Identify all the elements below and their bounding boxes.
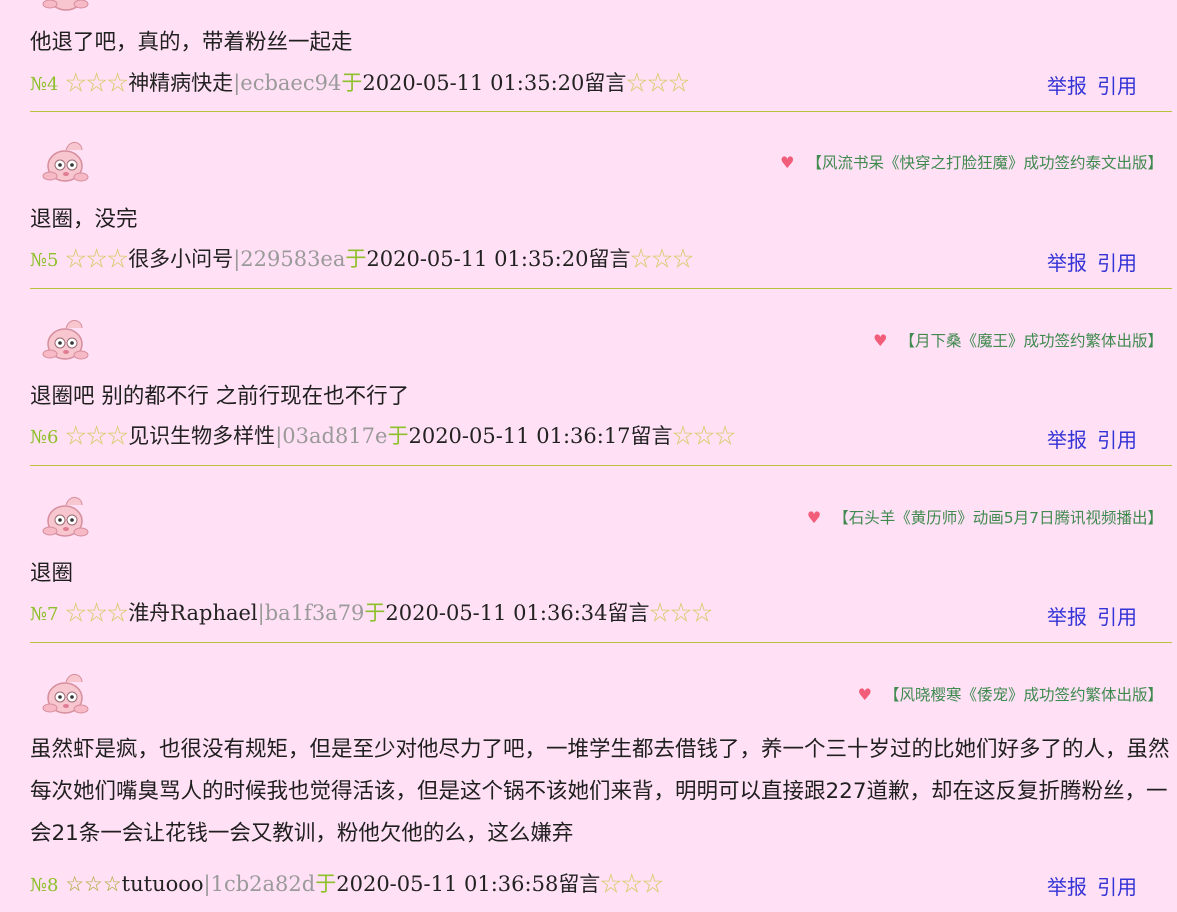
report-link[interactable]: 举报 bbox=[1047, 605, 1087, 629]
report-link[interactable]: 举报 bbox=[1047, 251, 1087, 275]
heart-icon: ♥ bbox=[780, 153, 795, 172]
comment-actions: 举报 引用 bbox=[1047, 871, 1137, 900]
comment-actions: 举报 引用 bbox=[1047, 247, 1137, 276]
star-rating: ☆☆☆ bbox=[65, 71, 129, 95]
star-rating: ☆☆☆ bbox=[600, 872, 664, 896]
at-label: 于 bbox=[364, 601, 386, 625]
promo-banner[interactable]: ♥ 【风晓樱寒《倭宠》成功签约繁体出版】 bbox=[858, 683, 1163, 705]
comment-number: №5 bbox=[30, 250, 59, 271]
comment-actions: 举报 引用 bbox=[1047, 601, 1137, 630]
report-link[interactable]: 举报 bbox=[1047, 875, 1087, 899]
divider bbox=[30, 288, 1172, 289]
heart-icon: ♥ bbox=[873, 331, 888, 350]
at-label: 于 bbox=[345, 247, 367, 271]
avatar bbox=[42, 497, 89, 537]
comment-suffix: 留言 bbox=[588, 247, 631, 271]
promo-text[interactable]: 【石头羊《黄历师》动画5月7日腾讯视频播出】 bbox=[833, 509, 1163, 527]
comment-time: 2020-05-11 01:36:58 bbox=[336, 872, 559, 896]
quote-link[interactable]: 引用 bbox=[1097, 251, 1137, 275]
comment-text: 虽然虾是疯，也很没有规矩，但是至少对他尽力了吧，一堆学生都去借钱了，养一个三十岁… bbox=[30, 737, 1170, 846]
separator: | bbox=[203, 872, 211, 896]
comment-text: 退圈 bbox=[30, 561, 74, 586]
comment-actions: 举报 引用 bbox=[1047, 70, 1137, 99]
comment-meta: №6 ☆☆☆见识生物多样性|03ad817e于2020-05-11 01:36:… bbox=[30, 421, 1140, 453]
comment-number: №8 bbox=[30, 875, 59, 896]
comment-suffix: 留言 bbox=[607, 601, 650, 625]
star-rating: ☆☆☆ bbox=[630, 247, 694, 271]
comment-author[interactable]: 见识生物多样性 bbox=[128, 424, 275, 448]
comment-time: 2020-05-11 01:35:20 bbox=[366, 247, 589, 271]
heart-icon: ♥ bbox=[857, 685, 872, 704]
promo-text[interactable]: 【风晓樱寒《倭宠》成功签约繁体出版】 bbox=[884, 686, 1163, 704]
avatar bbox=[42, 674, 89, 714]
divider bbox=[30, 642, 1172, 643]
avatar bbox=[42, 320, 89, 360]
user-id: ecbaec94 bbox=[240, 71, 342, 95]
avatar bbox=[42, 142, 89, 182]
user-id: 1cb2a82d bbox=[210, 872, 316, 896]
star-rating: ☆☆☆ bbox=[65, 247, 129, 271]
comment-meta: №4 ☆☆☆神精病快走|ecbaec94于2020-05-11 01:35:20… bbox=[30, 68, 1140, 100]
star-rating: ☆☆☆ bbox=[65, 424, 129, 448]
comment-time: 2020-05-11 01:36:34 bbox=[385, 601, 608, 625]
at-label: 于 bbox=[387, 424, 409, 448]
comment-time: 2020-05-11 01:36:17 bbox=[408, 424, 631, 448]
comment-text: 退圈吧 别的都不行 之前行现在也不行了 bbox=[30, 384, 410, 409]
at-label: 于 bbox=[341, 71, 363, 95]
comment-number: №6 bbox=[30, 427, 59, 448]
quote-link[interactable]: 引用 bbox=[1097, 428, 1137, 452]
divider bbox=[30, 465, 1172, 466]
comment-meta: №5 ☆☆☆很多小问号|229583ea于2020-05-11 01:35:20… bbox=[30, 244, 1140, 276]
user-id: 229583ea bbox=[240, 247, 346, 271]
quote-link[interactable]: 引用 bbox=[1097, 605, 1137, 629]
separator: | bbox=[257, 601, 265, 625]
promo-banner[interactable]: ♥ 【石头羊《黄历师》动画5月7日腾讯视频播出】 bbox=[807, 506, 1163, 528]
star-rating: ☆☆☆ bbox=[649, 601, 713, 625]
star-rating: ☆☆☆ bbox=[626, 71, 690, 95]
comment-author[interactable]: 淮舟Raphael bbox=[128, 601, 257, 625]
comment-text: 退圈，没完 bbox=[30, 207, 138, 232]
comment-author[interactable]: 很多小问号 bbox=[128, 247, 233, 271]
promo-text[interactable]: 【月下桑《魔王》成功签约繁体出版】 bbox=[899, 332, 1163, 350]
report-link[interactable]: 举报 bbox=[1047, 428, 1087, 452]
comment-number: №4 bbox=[30, 74, 59, 95]
comment-time: 2020-05-11 01:35:20 bbox=[362, 71, 585, 95]
comment-text: 他退了吧，真的，带着粉丝一起走 bbox=[30, 30, 353, 55]
star-rating: ☆☆☆ bbox=[65, 601, 129, 625]
comment-author[interactable]: 神精病快走 bbox=[128, 71, 233, 95]
avatar bbox=[42, 0, 89, 11]
comment-actions: 举报 引用 bbox=[1047, 424, 1137, 453]
comment-suffix: 留言 bbox=[584, 71, 627, 95]
promo-banner[interactable]: ♥ 【月下桑《魔王》成功签约繁体出版】 bbox=[873, 329, 1163, 351]
comment-suffix: 留言 bbox=[630, 424, 673, 448]
quote-link[interactable]: 引用 bbox=[1097, 74, 1137, 98]
comment-suffix: 留言 bbox=[558, 872, 601, 896]
comment-author[interactable]: tutuooo bbox=[122, 872, 204, 896]
promo-banner[interactable]: ♥ 【风流书呆《快穿之打脸狂魔》成功签约泰文出版】 bbox=[780, 151, 1163, 173]
star-rating: ☆☆☆ bbox=[672, 424, 736, 448]
at-label: 于 bbox=[315, 872, 337, 896]
promo-text[interactable]: 【风流书呆《快穿之打脸狂魔》成功签约泰文出版】 bbox=[806, 154, 1163, 172]
comment-meta: №8 ☆☆☆tutuooo|1cb2a82d于2020-05-11 01:36:… bbox=[30, 869, 1140, 901]
star-rating: ☆☆☆ bbox=[65, 872, 122, 896]
quote-link[interactable]: 引用 bbox=[1097, 875, 1137, 899]
user-id: ba1f3a79 bbox=[264, 601, 365, 625]
report-link[interactable]: 举报 bbox=[1047, 74, 1087, 98]
comment-meta: №7 ☆☆☆淮舟Raphael|ba1f3a79于2020-05-11 01:3… bbox=[30, 598, 1140, 630]
comment-number: №7 bbox=[30, 604, 59, 625]
divider bbox=[30, 111, 1172, 112]
heart-icon: ♥ bbox=[806, 508, 822, 527]
user-id: 03ad817e bbox=[282, 424, 388, 448]
